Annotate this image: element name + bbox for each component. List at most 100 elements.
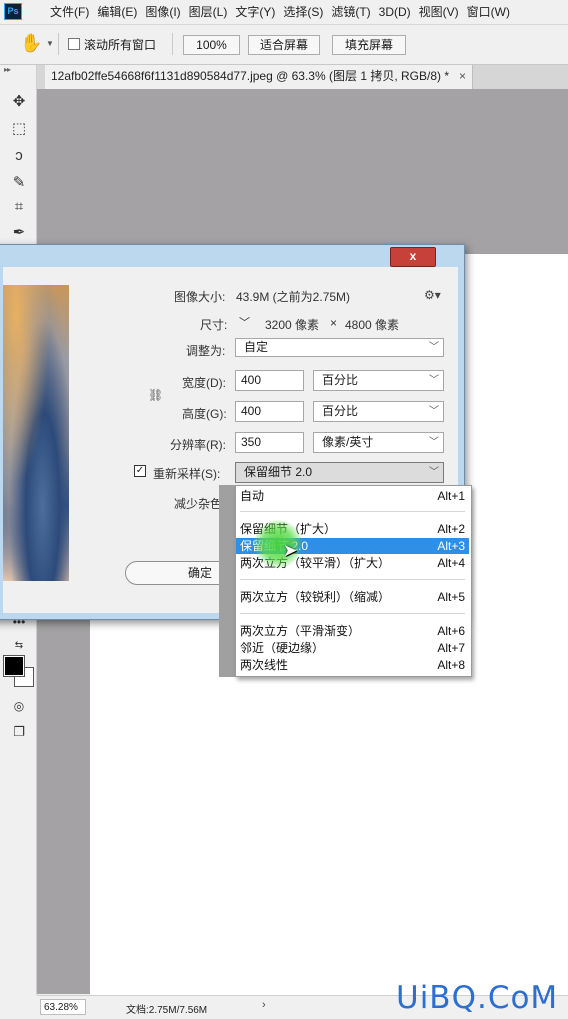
chevron-down-icon: ﹀ <box>429 437 439 448</box>
screen-mode-icon[interactable]: ❐ <box>8 721 30 743</box>
close-tab-icon[interactable]: × <box>459 69 466 83</box>
watermark: UiBQ.CoM <box>396 980 559 1016</box>
option-shortcut: Alt+1 <box>437 489 465 503</box>
resample-option-bicubic-smooth-gradients[interactable]: 两次立方（平滑渐变） Alt+6 <box>236 623 469 639</box>
width-unit-value: 百分比 <box>322 373 359 387</box>
image-preview[interactable] <box>3 285 69 581</box>
document-tab[interactable]: 12afb02ffe54668f6f1131d890584d77.jpeg @ … <box>45 65 474 89</box>
chevron-down-icon: ﹀ <box>429 467 439 478</box>
photoshop-logo: Ps <box>4 3 22 20</box>
menu-view[interactable]: 视图(V) <box>415 0 463 24</box>
scroll-all-windows-checkbox[interactable] <box>68 38 80 50</box>
menu-edit[interactable]: 编辑(E) <box>93 0 141 24</box>
scroll-all-windows-label: 滚动所有窗口 <box>84 38 157 52</box>
resample-label: 重新采样(S): <box>153 467 221 481</box>
dimensions-label: 尺寸: <box>200 318 228 332</box>
resample-option-nearest-neighbor[interactable]: 邻近（硬边缘） Alt+7 <box>236 640 469 656</box>
fill-screen-button[interactable]: 填充屏幕 <box>332 35 406 55</box>
image-size-value: 43.9M (之前为2.75M) <box>236 290 351 304</box>
option-shortcut: Alt+6 <box>437 624 465 638</box>
option-name: 两次立方（平滑渐变） <box>240 624 361 638</box>
chevron-down-icon: ﹀ <box>429 342 439 353</box>
resample-checkbox[interactable]: ✓ <box>134 465 146 477</box>
fit-to-label: 调整为: <box>186 344 226 358</box>
menu-window[interactable]: 窗口(W) <box>463 0 514 24</box>
option-shortcut: Alt+7 <box>437 641 465 655</box>
constrain-proportions-link-icon[interactable]: ⛓ <box>148 388 163 402</box>
dropdown-separator <box>240 613 465 614</box>
menu-filter[interactable]: 滤镜(T) <box>327 0 374 24</box>
width-label: 宽度(D): <box>182 376 226 390</box>
menu-file[interactable]: 文件(F) <box>46 0 93 24</box>
option-shortcut: Alt+8 <box>437 658 465 672</box>
dimensions-height-value: 4800 像素 <box>345 318 400 332</box>
menu-3d[interactable]: 3D(D) <box>375 0 415 24</box>
resample-option-bicubic-sharper[interactable]: 两次立方（较锐利）（缩减） Alt+5 <box>236 589 469 605</box>
width-unit-select[interactable]: 百分比 ﹀ <box>313 370 444 391</box>
resolution-unit-select[interactable]: 像素/英寸 ﹀ <box>313 432 444 453</box>
dialog-close-button[interactable]: x <box>390 247 436 267</box>
option-shortcut: Alt+2 <box>437 522 465 536</box>
document-tab-strip: 12afb02ffe54668f6f1131d890584d77.jpeg @ … <box>37 65 568 89</box>
menu-layer[interactable]: 图层(L) <box>185 0 232 24</box>
zoom-100-button[interactable]: 100% <box>183 35 240 55</box>
option-name: 自动 <box>240 489 265 503</box>
resample-value: 保留细节 2.0 <box>244 465 313 479</box>
quick-mask-icon[interactable]: ◎ <box>8 695 30 717</box>
hand-tool-icon[interactable]: ✋ <box>20 33 42 54</box>
fit-screen-button[interactable]: 适合屏幕 <box>248 35 320 55</box>
menu-type[interactable]: 文字(Y) <box>231 0 279 24</box>
mouse-pointer-icon: ➤ <box>283 541 298 560</box>
swap-colors-icon[interactable]: ⇆ <box>8 635 30 657</box>
height-unit-select[interactable]: 百分比 ﹀ <box>313 401 444 422</box>
lasso-tool-icon[interactable]: ↄ <box>8 145 30 167</box>
quick-selection-tool-icon[interactable]: ✎ <box>8 172 30 194</box>
dimensions-times: × <box>330 316 338 330</box>
reduce-noise-label: 减少杂色: <box>174 497 226 511</box>
option-shortcut: Alt+5 <box>437 590 465 604</box>
resample-option-bilinear[interactable]: 两次线性 Alt+8 <box>236 657 469 673</box>
image-size-label: 图像大小: <box>174 290 226 304</box>
resample-select[interactable]: 保留细节 2.0 ﹀ <box>235 462 444 483</box>
document-size-info: 文档:2.75M/7.56M <box>126 1005 208 1016</box>
options-divider <box>172 33 173 55</box>
resample-dropdown-list: 自动Alt+1 保留细节（扩大）Alt+2 保留细节 2.0Alt+3 两次立方… <box>235 485 472 677</box>
marquee-tool-icon[interactable]: ⬚ <box>8 118 30 140</box>
move-tool-icon[interactable]: ✥ <box>8 91 30 113</box>
eyedropper-tool-icon[interactable]: ✒ <box>8 222 30 244</box>
resample-option-auto[interactable]: 自动 Alt+1 <box>236 488 469 504</box>
chevron-down-icon: ﹀ <box>429 375 439 386</box>
options-divider <box>58 33 59 55</box>
option-name: 两次线性 <box>240 658 289 672</box>
chevron-down-icon: ﹀ <box>429 406 439 417</box>
option-name: 两次立方（较锐利）（缩减） <box>240 590 391 604</box>
option-name: 邻近（硬边缘） <box>240 641 325 655</box>
resolution-input[interactable]: 350 <box>235 432 304 453</box>
foreground-color-swatch[interactable] <box>4 656 24 676</box>
height-unit-value: 百分比 <box>322 404 359 418</box>
dropdown-separator <box>240 511 465 512</box>
resolution-unit-value: 像素/英寸 <box>322 435 374 449</box>
width-input[interactable]: 400 <box>235 370 304 391</box>
height-label: 高度(G): <box>182 407 227 421</box>
dimensions-dropdown-icon[interactable]: ﹀ <box>239 314 250 330</box>
option-shortcut: Alt+4 <box>437 556 465 570</box>
tool-preset-caret-icon[interactable]: ▼ <box>46 39 54 48</box>
menu-bar: Ps 文件(F) 编辑(E) 图像(I) 图层(L) 文字(Y) 选择(S) 滤… <box>0 0 568 25</box>
options-bar: ✋ ▼ 滚动所有窗口 100% 适合屏幕 填充屏幕 <box>0 25 568 65</box>
status-menu-arrow-icon[interactable]: › <box>262 999 266 1011</box>
menu-items: 文件(F) 编辑(E) 图像(I) 图层(L) 文字(Y) 选择(S) 滤镜(T… <box>46 0 514 24</box>
fit-to-value: 自定 <box>244 340 269 354</box>
collapse-panel-icon[interactable]: ▸▸ <box>4 65 11 74</box>
dropdown-shadow <box>219 485 235 677</box>
menu-select[interactable]: 选择(S) <box>279 0 327 24</box>
crop-tool-icon[interactable]: ⌗ <box>8 196 30 218</box>
settings-gear-icon[interactable]: ⚙▾ <box>424 288 441 302</box>
dropdown-separator <box>240 579 465 580</box>
menu-image[interactable]: 图像(I) <box>141 0 184 24</box>
fit-to-select[interactable]: 自定 ﹀ <box>235 338 444 357</box>
zoom-level-field[interactable]: 63.28% <box>40 999 86 1015</box>
height-input[interactable]: 400 <box>235 401 304 422</box>
ok-button-label: 确定 <box>187 566 212 580</box>
resolution-label: 分辨率(R): <box>170 438 226 452</box>
